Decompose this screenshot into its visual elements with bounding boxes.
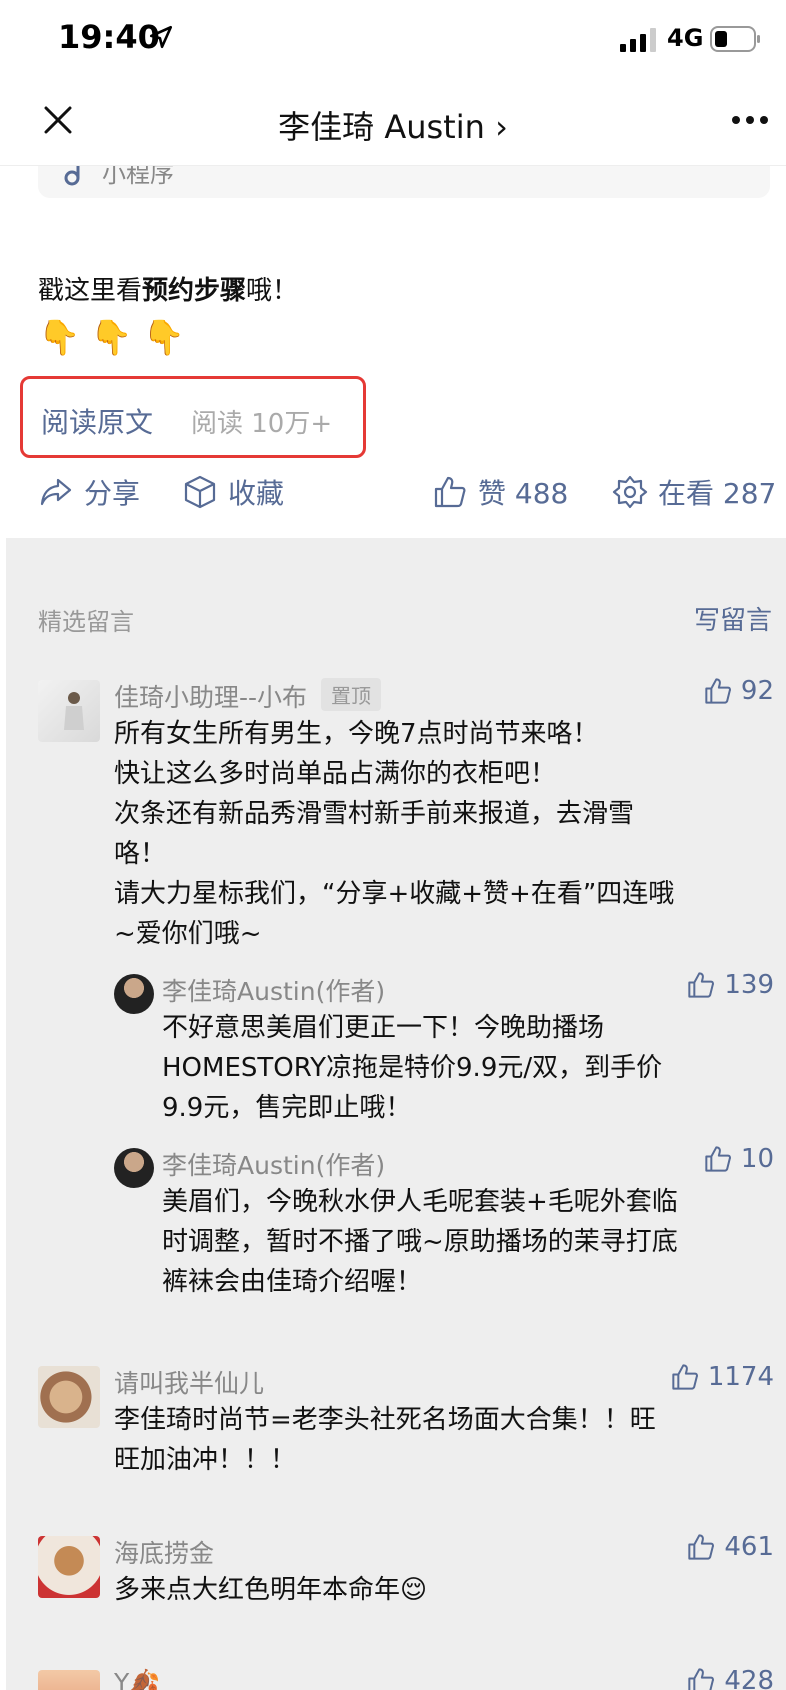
comment-text: 所有女生所有男生，今晚7点时尚节来咯！ 快让这么多时尚单品占满你的衣柜吧！ 次条… (114, 714, 774, 954)
comment-author-name: Y🍂 (114, 1668, 161, 1690)
reply-like-count: 10 (740, 1144, 774, 1174)
comment-like-count: 92 (740, 676, 774, 706)
comment-line: ~爱你们哦~ (114, 919, 262, 949)
read-original-link[interactable]: 阅读原文 (41, 401, 153, 441)
nav-bar-mask: 李佳琦 Austin › (0, 80, 786, 166)
more-icon[interactable] (730, 112, 770, 128)
avatar[interactable] (114, 1148, 154, 1188)
account-title-overlay[interactable]: 李佳琦 Austin › (0, 102, 786, 148)
comment-line: 旺加油冲！！！ (114, 1445, 297, 1475)
comment-like-count: 461 (724, 1532, 774, 1562)
article-text-suffix: 哦！ (246, 276, 299, 306)
comments-title: 精选留言 (38, 608, 134, 636)
reply-line: 裤袜会由佳琦介绍喔！ (162, 1267, 423, 1297)
reply-like-button[interactable]: 139 (686, 970, 774, 1000)
comment-like-count: 428 (724, 1666, 774, 1690)
reply-like-button[interactable]: 10 (703, 1144, 774, 1174)
status-time: 19:40 (58, 18, 160, 56)
avatar[interactable] (38, 1366, 100, 1428)
comment-like-count: 1174 (707, 1362, 774, 1392)
thumbs-up-icon (688, 972, 715, 998)
share-button[interactable]: 分享 (38, 472, 140, 512)
watching-button[interactable]: 在看 287 (612, 472, 776, 512)
thumbs-up-icon (705, 1146, 731, 1172)
comments-section: 精选留言 写留言 佳琦小助理--小布 置顶 92 所有女生所有男生，今晚7点时尚节… (6, 538, 786, 1690)
signal-icon (620, 28, 656, 52)
reply-author-name: 李佳琦Austin(作者) (162, 1151, 386, 1180)
thumbs-up-icon (705, 678, 731, 704)
avatar[interactable] (38, 1670, 100, 1690)
reply-text: 美眉们，今晚秋水伊人毛呢套装+毛呢外套临 时调整，暂时不播了哦~原助播场的茉寻打… (162, 1182, 774, 1302)
comment-author: 佳琦小助理--小布 置顶 (114, 678, 382, 714)
comment-line: 快让这么多时尚单品占满你的衣柜吧！ (114, 759, 557, 789)
watching-icon (612, 475, 648, 509)
read-original-highlight: 阅读原文 阅读 10万+ (20, 376, 366, 458)
share-label: 分享 (84, 477, 141, 510)
comment-line: 多来点大红色明年本命年😌 (114, 1575, 428, 1605)
comment-line: 请大力星标我们，“分享+收藏+赞+在看”四连哦 (114, 879, 675, 909)
reply-line: 美眉们，今晚秋水伊人毛呢套装+毛呢外套临 (162, 1187, 678, 1217)
battery-icon (710, 26, 760, 52)
reply-author-name: 李佳琦Austin(作者) (162, 977, 386, 1006)
reply-text: 不好意思美眉们更正一下！今晚助播场 HOMESTORY凉拖是特价9.9元/双，到… (162, 1008, 774, 1128)
like-button[interactable]: 赞 488 (432, 472, 568, 512)
comment-text: 李佳琦时尚节=老李头社死名场面大合集！！旺 旺加油冲！！！ (114, 1400, 774, 1480)
pointing-down-icon: 👇👇👇 (38, 318, 196, 358)
comment-text: 多来点大红色明年本命年😌 (114, 1570, 774, 1610)
watching-label: 在看 287 (658, 477, 777, 510)
reply-line: HOMESTORY凉拖是特价9.9元/双，到手价 (162, 1053, 663, 1083)
reply-like-count: 139 (724, 970, 774, 1000)
avatar[interactable] (38, 1536, 100, 1598)
comment-line: 李佳琦时尚节=老李头社死名场面大合集！！旺 (114, 1405, 656, 1435)
action-bar: 分享 收藏 赞 488 在看 287 (0, 466, 786, 526)
write-comment-button[interactable]: 写留言 (694, 600, 772, 637)
location-arrow-icon (149, 25, 173, 49)
avatar[interactable] (38, 680, 100, 742)
account-name: 李佳琦 Austin (278, 108, 485, 146)
article-text: 戳这里看预约步骤哦！ (38, 270, 298, 307)
article-text-bold: 预约步骤 (142, 276, 247, 306)
collect-button[interactable]: 收藏 (182, 472, 284, 512)
article-text-prefix: 戳这里看 (38, 276, 143, 306)
avatar-figure-icon (64, 692, 84, 730)
share-icon (40, 478, 72, 506)
comment-line: 所有女生所有男生，今晚7点时尚节来咯！ (114, 719, 599, 749)
comment-like-button[interactable]: 428 (686, 1666, 774, 1690)
like-label: 赞 488 (478, 477, 569, 510)
comment-author-name: 海底捞金 (114, 1539, 215, 1568)
reply-line: 9.9元，售完即止哦！ (162, 1093, 412, 1123)
reply-line: 不好意思美眉们更正一下！今晚助播场 (162, 1013, 605, 1043)
thumbs-up-icon (434, 476, 466, 508)
box-icon (184, 475, 216, 509)
thumbs-up-icon (688, 1534, 715, 1560)
comment-author-name: 请叫我半仙儿 (114, 1369, 265, 1398)
thumbs-up-icon (688, 1668, 715, 1690)
comment-author-name: 佳琦小助理--小布 (114, 683, 308, 712)
comment-line: 次条还有新品秀滑雪村新手前来报道，去滑雪 (114, 799, 635, 829)
status-bar: 19:40 4G (0, 0, 786, 80)
collect-label: 收藏 (228, 477, 285, 510)
avatar[interactable] (114, 974, 154, 1014)
comment-like-button[interactable]: 92 (703, 676, 774, 706)
comment-like-button[interactable]: 461 (686, 1532, 774, 1562)
thumbs-up-icon (672, 1364, 698, 1390)
pinned-badge: 置顶 (321, 678, 382, 711)
network-type: 4G (667, 24, 704, 52)
comment-like-button[interactable]: 1174 (670, 1362, 774, 1392)
comment-line: 咯！ (114, 839, 167, 869)
reply-line: 时调整，暂时不播了哦~原助播场的茉寻打底 (162, 1227, 678, 1257)
read-count: 阅读 10万+ (191, 409, 333, 439)
chevron-right-icon: › (495, 108, 508, 146)
